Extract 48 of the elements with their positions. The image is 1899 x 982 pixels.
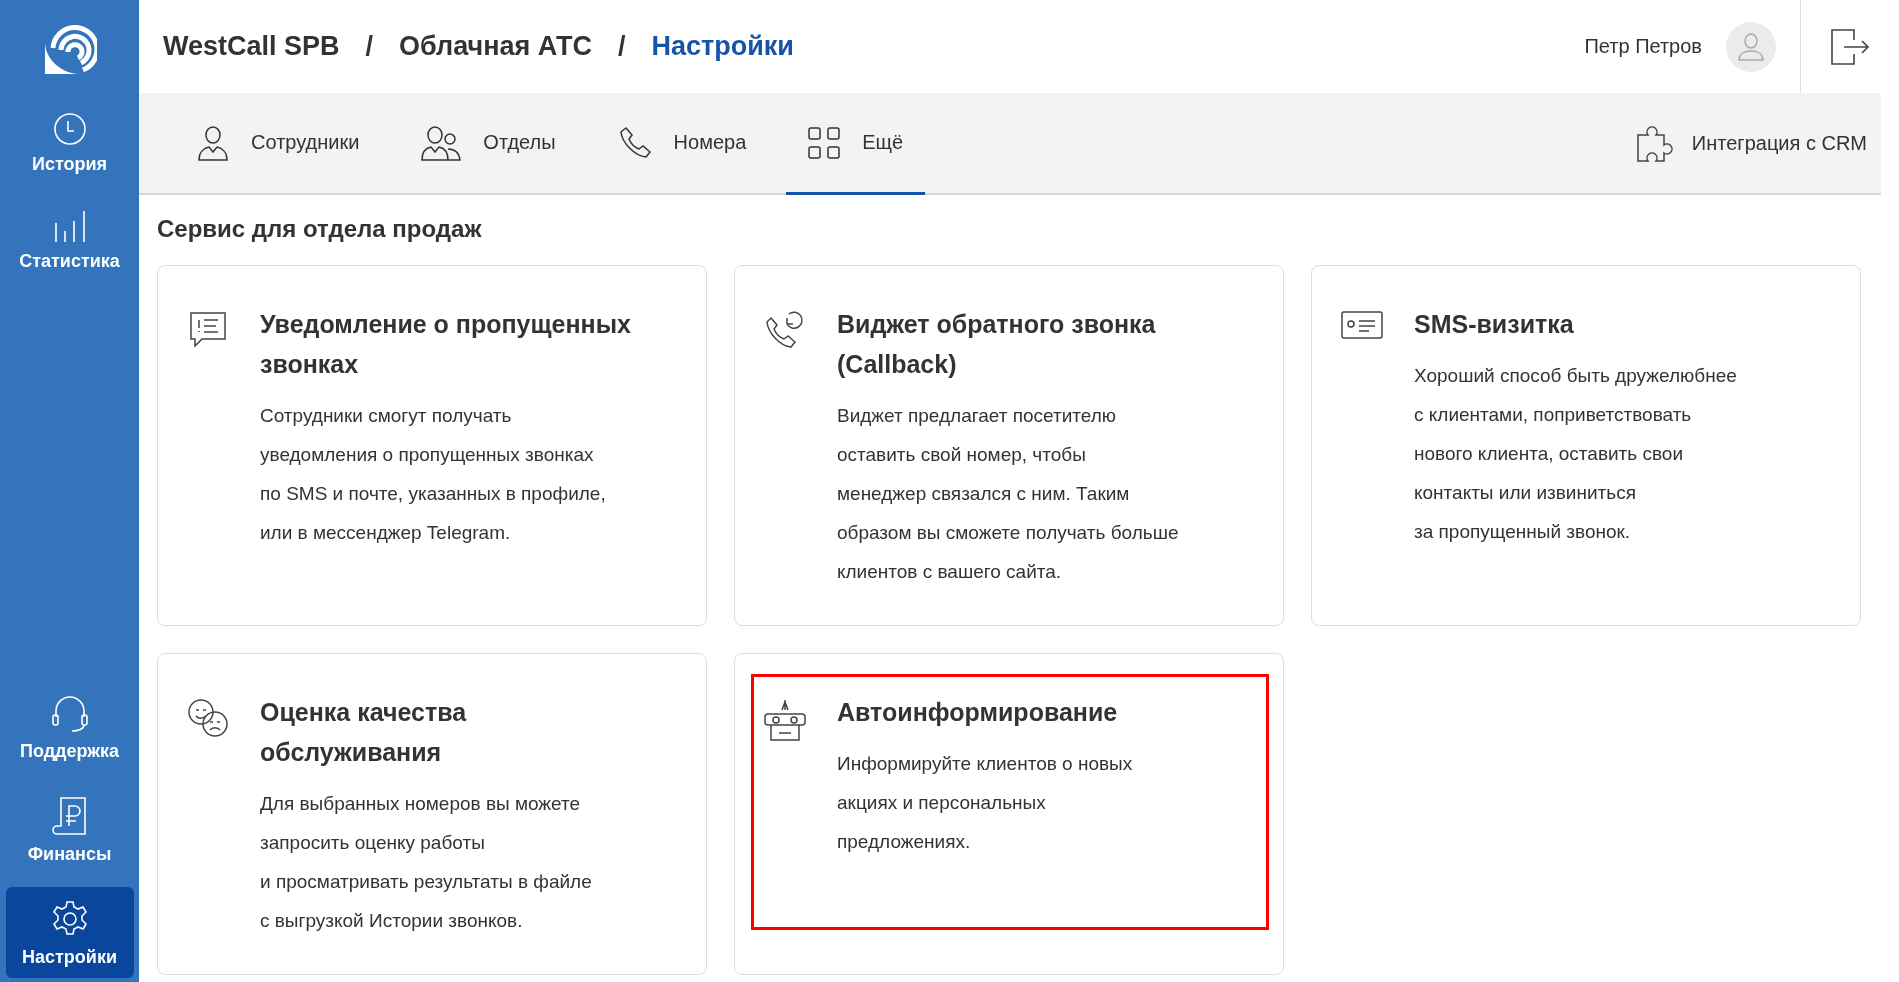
message-icon <box>188 310 228 350</box>
card-description: Для выбранных номеров вы можете запросить оценку работы и просматривать результаты в файле с выгрузкой Истории звонков. <box>260 792 592 933</box>
logo-icon[interactable] <box>42 22 97 76</box>
service-card[interactable]: SMS-визитка Хороший способ быть дружелюбнее с клиентами, поприветствовать нового клиента, оставить свои контакты или извиниться за пропущенный звонок. <box>1311 265 1861 626</box>
grid-icon <box>808 126 841 159</box>
breadcrumb-separator: / <box>365 31 374 62</box>
tab[interactable]: Отделы <box>399 93 578 195</box>
phone-callback-icon <box>765 310 805 350</box>
sidebar-item[interactable]: Настройки <box>5 887 134 978</box>
phone-icon <box>617 125 652 160</box>
sidebar-item[interactable]: История <box>5 100 134 185</box>
service-card[interactable]: Виджет обратного звонка (Callback) Виджет предлагает посетителю оставить свой номер, чтобы менеджер связался с ним. Таким образом вы сможете получать больше клиентов с вашего сайта. <box>734 265 1284 626</box>
business-card-icon <box>1341 310 1383 340</box>
card-description: Виджет предлагает посетителю оставить свой номер, чтобы менеджер связался с ним. Таким образом вы сможете получать больше клиентов с вашего сайта. <box>837 404 1179 584</box>
sidebar-item[interactable]: Статистика <box>5 197 134 282</box>
headset-icon <box>49 693 90 733</box>
service-card[interactable]: Оценка качества обслуживания Для выбранных номеров вы можете запросить оценку работы и просматривать результаты в файле с выгрузкой Истории звонков. <box>157 653 707 975</box>
logout-icon[interactable] <box>1830 27 1870 66</box>
people-icon <box>421 124 462 161</box>
tab[interactable]: Сотрудники <box>175 93 382 195</box>
masks-icon <box>187 698 229 738</box>
user-name[interactable]: Петр Петров <box>1584 35 1702 58</box>
sidebar-item[interactable]: Поддержка <box>5 681 134 772</box>
breadcrumb-item[interactable]: Облачная АТС <box>399 31 592 62</box>
bar-chart-icon <box>52 209 87 243</box>
card-title: Автоинформирование <box>837 697 1119 728</box>
crm-integration-link[interactable]: Интеграция с CRM <box>1635 93 1881 193</box>
card-title: Виджет обратного звонка (Callback) <box>837 309 1157 380</box>
service-card[interactable]: Автоинформирование Информируйте клиентов о новых акциях и персональных предложениях. <box>734 653 1284 975</box>
card-description: Информируйте клиентов о новых акциях и персональных предложениях. <box>837 752 1133 854</box>
card-title: SMS-визитка <box>1414 309 1575 340</box>
breadcrumb-separator: / <box>618 31 626 62</box>
puzzle-icon <box>1635 123 1674 163</box>
breadcrumb-item: Настройки <box>651 31 794 62</box>
tab[interactable]: Ещё <box>786 93 926 195</box>
breadcrumb-item[interactable]: WestCall SPB <box>163 31 340 62</box>
person-icon <box>197 124 229 161</box>
sidebar-item[interactable]: Финансы <box>5 784 134 875</box>
robot-icon <box>763 698 807 742</box>
card-description: Хороший способ быть дружелюбнее с клиентами, поприветствовать нового клиента, оставить свои контакты или извиниться за пропущенный звонок. <box>1414 364 1737 544</box>
card-title: Уведомление о пропущенных звонках <box>260 309 631 380</box>
tab[interactable]: Номера <box>595 93 769 195</box>
clock-icon <box>52 112 87 146</box>
card-title: Оценка качества обслуживания <box>260 697 468 768</box>
card-description: Сотрудники смогут получать уведомления о пропущенных звонках по SMS и почте, указанных в профиле, или в мессенджер Telegram. <box>260 404 607 545</box>
service-card[interactable]: Уведомление о пропущенных звонках Сотрудники смогут получать уведомления о пропущенных звонках по SMS и почте, указанных в профиле, или в мессенджер Telegram. <box>157 265 707 626</box>
section-title: Сервис для отдела продаж <box>157 215 483 243</box>
ruble-document-icon <box>51 796 88 836</box>
